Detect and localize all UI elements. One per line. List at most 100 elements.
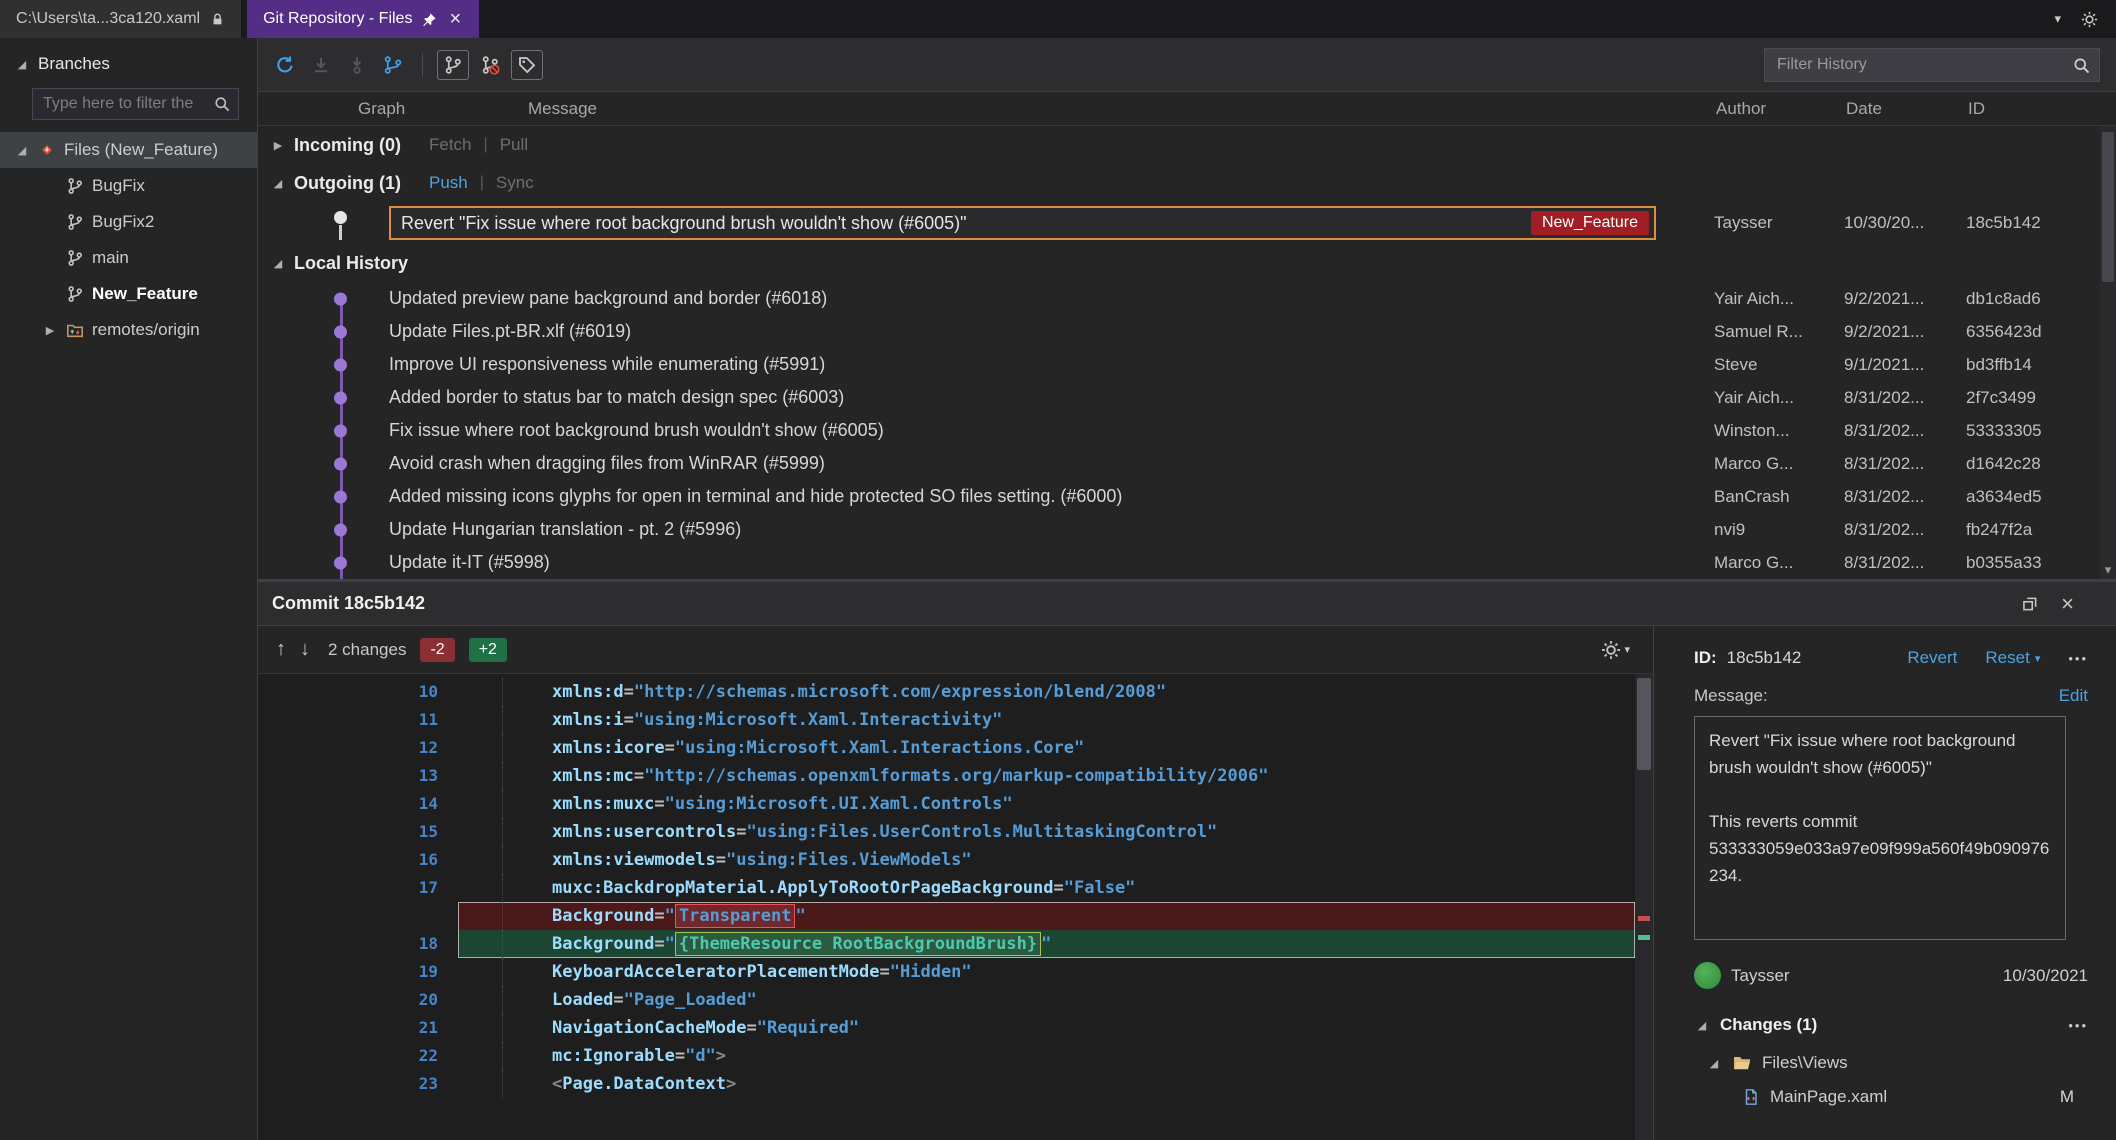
outgoing-commit-box[interactable]: Revert "Fix issue where root background … xyxy=(389,206,1656,240)
diff-scrollbar xyxy=(1635,674,1653,1140)
view-graph-button[interactable] xyxy=(378,51,408,79)
history-commit-row[interactable]: Fix issue where root background brush wo… xyxy=(258,414,2100,447)
previous-change-button[interactable]: ↑ xyxy=(276,638,286,661)
diff-line: 15 xmlns:usercontrols="using:Files.UserC… xyxy=(258,818,1635,846)
gear-icon[interactable] xyxy=(2081,11,2098,28)
diff-line: 18 Background=" {ThemeResource RootBackgr… xyxy=(258,930,1635,958)
refresh-button[interactable] xyxy=(270,51,300,79)
deletions-badge: -2 xyxy=(420,637,455,662)
revert-link[interactable]: Revert xyxy=(1907,648,1957,668)
history-commit-row[interactable]: Avoid crash when dragging files from Win… xyxy=(258,447,2100,480)
delete-branch-button[interactable] xyxy=(475,51,505,79)
diff-viewer: ↑ ↓ 2 changes -2 +2 ▾ 10 xmlns:d="http:/… xyxy=(258,626,1653,1140)
history-commit-row[interactable]: Updated preview pane background and bord… xyxy=(258,282,2100,315)
graph-lane xyxy=(258,381,383,414)
history-commit-row[interactable]: Update Hungarian translation - pt. 2 (#5… xyxy=(258,513,2100,546)
expander-icon[interactable]: ◢ xyxy=(1706,1057,1722,1070)
changed-folder-row[interactable]: ◢ Files\Views xyxy=(1694,1053,2088,1073)
chevron-down-icon[interactable]: ▾ xyxy=(2054,11,2061,27)
history-commit-row[interactable]: Improve UI responsiveness while enumerat… xyxy=(258,348,2100,381)
toolbar-separator xyxy=(422,52,423,77)
dock-window-icon[interactable] xyxy=(2021,595,2039,613)
commit-author: Winston... xyxy=(1714,420,1790,440)
local-commits-list: Updated preview pane background and bord… xyxy=(258,282,2100,579)
branch-filter-input[interactable] xyxy=(32,88,239,120)
expander-icon[interactable]: ◢ xyxy=(270,257,286,270)
graph-lane xyxy=(258,282,383,315)
diff-code[interactable]: 10 xmlns:d="http://schemas.microsoft.com… xyxy=(258,674,1653,1140)
branch-tree-item[interactable]: ◢ Files (New_Feature) xyxy=(0,132,257,168)
commit-dot xyxy=(334,424,347,437)
pin-icon[interactable] xyxy=(422,12,437,27)
expander-icon[interactable]: ◢ xyxy=(1694,1019,1710,1032)
outgoing-commit-row[interactable]: Revert "Fix issue where root background … xyxy=(258,202,2100,244)
push-link[interactable]: Push xyxy=(429,173,468,193)
expander-icon[interactable]: ◢ xyxy=(14,144,30,157)
expander-icon[interactable]: ▶ xyxy=(42,324,58,337)
commit-dot xyxy=(334,211,347,224)
filter-history-input[interactable] xyxy=(1764,47,2100,82)
commit-date: 8/31/202... xyxy=(1844,552,1925,572)
branch-tree-item[interactable]: New_Feature xyxy=(0,276,257,312)
next-change-button[interactable]: ↓ xyxy=(300,638,310,661)
scrollbar-thumb[interactable] xyxy=(1637,678,1651,770)
incoming-section-row[interactable]: ▶ Incoming (0) Fetch | Pull xyxy=(258,126,2100,164)
tab-document[interactable]: C:\Users\ta...3ca120.xaml xyxy=(0,0,242,38)
commit-id: 6356423d xyxy=(1966,321,2042,341)
branches-header[interactable]: ◢ Branches xyxy=(0,38,257,80)
edit-link[interactable]: Edit xyxy=(2059,686,2088,706)
branch-tree-item[interactable]: BugFix xyxy=(0,168,257,204)
commit-date: 10/30/2021 xyxy=(2002,965,2088,985)
commit-message-box[interactable]: Revert "Fix issue where root background … xyxy=(1694,716,2066,940)
commit-date: 9/1/2021... xyxy=(1844,354,1925,374)
commit-message: Avoid crash when dragging files from Win… xyxy=(389,453,825,473)
pull-link: Pull xyxy=(499,135,529,154)
commit-id: bd3ffb14 xyxy=(1966,354,2032,374)
new-branch-button[interactable] xyxy=(437,49,469,80)
local-history-section-row[interactable]: ◢ Local History xyxy=(258,244,2100,282)
commit-date: 9/2/2021... xyxy=(1844,321,1925,341)
history-commit-row[interactable]: Added missing icons glyphs for open in t… xyxy=(258,480,2100,513)
diff-settings-button[interactable]: ▾ xyxy=(1596,636,1635,664)
line-number: 21 xyxy=(418,1018,438,1037)
history-commit-row[interactable]: Added border to status bar to match desi… xyxy=(258,381,2100,414)
expander-icon[interactable]: ◢ xyxy=(270,177,286,190)
tag-button[interactable] xyxy=(511,49,543,80)
expander-icon[interactable]: ▶ xyxy=(270,139,286,152)
history-commit-row[interactable]: Update Files.pt-BR.xlf (#6019) Samuel R.… xyxy=(258,315,2100,348)
changed-file-row[interactable]: MainPage.xaml M xyxy=(1694,1087,2088,1107)
branch-icon xyxy=(443,55,463,75)
outgoing-label: Outgoing (1) xyxy=(294,172,401,193)
vs-git-repository-window: C:\Users\ta...3ca120.xaml Git Repository… xyxy=(0,0,2116,1140)
graph-lane xyxy=(258,202,383,244)
branch-tree-item[interactable]: BugFix2 xyxy=(0,204,257,240)
column-id: ID xyxy=(1968,99,1985,118)
column-graph: Graph xyxy=(358,99,406,118)
reset-link[interactable]: Reset ▾ xyxy=(1985,648,2040,668)
branch-name: Files (New_Feature) xyxy=(64,140,218,159)
scrollbar-thumb[interactable] xyxy=(2102,132,2114,282)
code-text: xmlns:mc="http://schemas.openxmlformats.… xyxy=(458,762,1635,790)
commit-id: 18c5b142 xyxy=(1966,213,2041,232)
graph-lane xyxy=(258,480,383,513)
filter-history xyxy=(1764,47,2100,82)
graph-icon xyxy=(383,55,403,75)
history-column-header: Graph Message Author Date ID xyxy=(258,92,2116,126)
tab-git-repository[interactable]: Git Repository - Files × xyxy=(247,0,480,38)
more-actions-icon[interactable]: ••• xyxy=(2068,1018,2088,1033)
author-name: Taysser xyxy=(1731,965,1790,985)
expander-icon[interactable]: ◢ xyxy=(14,58,30,71)
more-actions-icon[interactable]: ••• xyxy=(2068,651,2088,666)
branches-tree: ◢ Files (New_Feature) BugFix BugFix2 mai… xyxy=(0,132,257,348)
close-icon[interactable]: × xyxy=(447,9,463,29)
line-number: 16 xyxy=(418,850,438,869)
scroll-down-icon[interactable]: ▾ xyxy=(2100,562,2116,578)
commit-dot xyxy=(334,391,347,404)
close-icon[interactable]: × xyxy=(2061,592,2074,615)
history-commit-row[interactable]: Update it-IT (#5998) Marco G... 8/31/202… xyxy=(258,546,2100,579)
outgoing-section-row[interactable]: ◢ Outgoing (1) Push | Sync xyxy=(258,164,2100,202)
graph-lane xyxy=(258,315,383,348)
branch-tree-item[interactable]: main xyxy=(0,240,257,276)
branch-tree-item[interactable]: ▶ remotes/origin xyxy=(0,312,257,348)
line-number: 15 xyxy=(418,822,438,841)
